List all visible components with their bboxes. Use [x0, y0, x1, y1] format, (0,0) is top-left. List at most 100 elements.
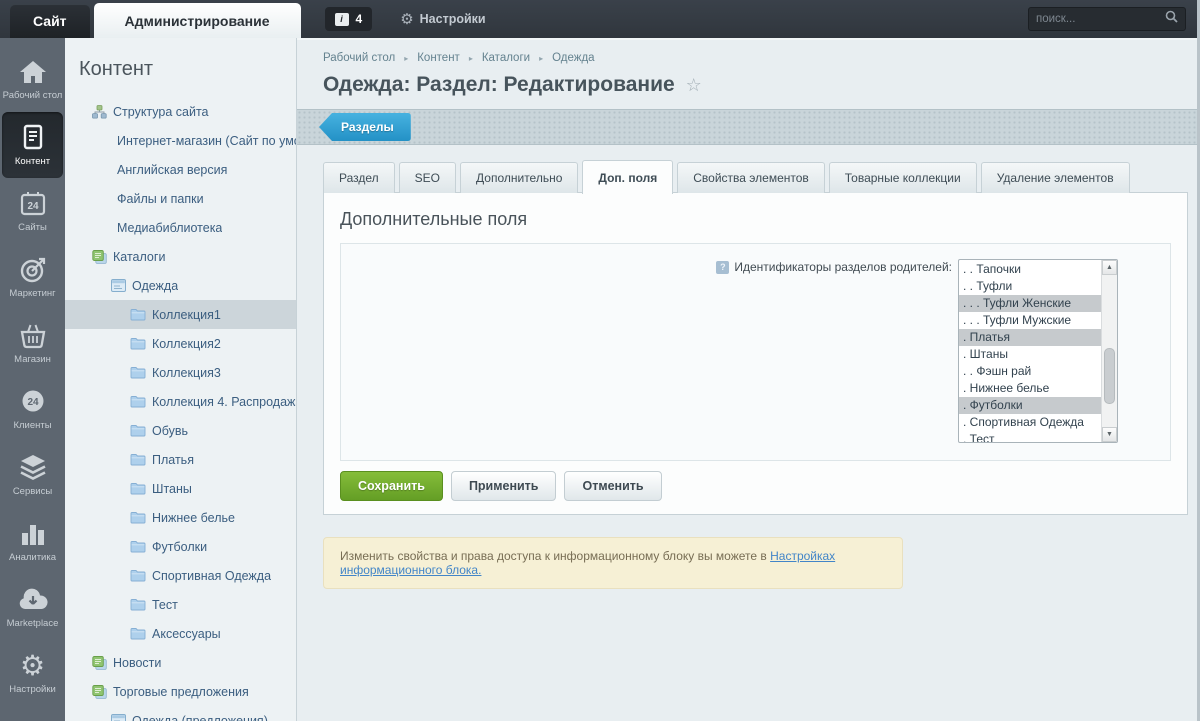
content-tree: Структура сайта Интернет-магазин (Сайт по…	[65, 97, 296, 721]
tree-item[interactable]: Коллекция2	[65, 329, 296, 358]
tree-item[interactable]: Нижнее белье	[65, 503, 296, 532]
cloud-download-icon	[18, 586, 48, 614]
folder-icon	[130, 569, 146, 582]
form-buttons: Сохранить Применить Отменить	[340, 471, 1171, 501]
tree-item[interactable]: Спортивная Одежда	[65, 561, 296, 590]
option[interactable]: . Футболки	[959, 397, 1101, 414]
tree-item[interactable]: Одежда	[65, 271, 296, 300]
tree-item[interactable]: Одежда (предложения)	[65, 706, 296, 721]
tree-item[interactable]: Обувь	[65, 416, 296, 445]
catalog-icon	[92, 249, 107, 264]
tree-item[interactable]: Интернет-магазин (Сайт по умолчанию	[65, 126, 296, 155]
back-to-sections-button[interactable]: Разделы	[319, 113, 411, 141]
tree-item-label: Футболки	[152, 539, 208, 554]
option[interactable]: . . . Туфли Женские	[959, 295, 1101, 312]
rail-item-calendar[interactable]: 24 Сайты	[2, 178, 63, 244]
tree-item-label: Штаны	[152, 481, 192, 496]
rail-item-target[interactable]: Маркетинг	[2, 244, 63, 310]
tree-item[interactable]: Штаны	[65, 474, 296, 503]
rail-item-cloud-download[interactable]: Marketplace	[2, 574, 63, 640]
notifications-badge[interactable]: i 4	[324, 7, 373, 31]
tab-item[interactable]: Свойства элементов	[677, 162, 825, 193]
rail-item-home[interactable]: Рабочий стол	[2, 46, 63, 112]
tree-item[interactable]: Медиабиблиотека	[65, 213, 296, 242]
tree-item[interactable]: Коллекция1	[65, 300, 296, 329]
save-button[interactable]: Сохранить	[340, 471, 443, 501]
multiselect-scrollbar[interactable]: ▲ ▼	[1101, 260, 1117, 442]
option[interactable]: . . . Туфли Мужские	[959, 312, 1101, 329]
topbar-settings-button[interactable]: ⚙ Настройки	[400, 12, 485, 27]
tab-item[interactable]: Товарные коллекции	[828, 162, 977, 193]
scrollbar-thumb[interactable]	[1104, 348, 1115, 404]
tab-item[interactable]: Дополнительно	[460, 162, 579, 193]
scroll-down-icon[interactable]: ▼	[1102, 427, 1117, 442]
rail-item-gear[interactable]: ⚙ Настройки	[2, 640, 63, 706]
folder-icon	[130, 482, 146, 495]
tab-site[interactable]: Сайт	[10, 5, 90, 38]
tab-item[interactable]: Раздел	[323, 162, 395, 193]
notifications-count: 4	[355, 12, 363, 26]
tab-administration[interactable]: Администрирование	[93, 3, 301, 38]
option[interactable]: . Штаны	[959, 346, 1101, 363]
tree-item-label: Торговые предложения	[113, 684, 249, 699]
folder-icon	[130, 511, 146, 524]
iblock-icon	[111, 714, 126, 721]
site-structure-icon	[92, 104, 107, 119]
option[interactable]: . Платья	[959, 329, 1101, 346]
topbar: Сайт Администрирование i 4 ⚙ Настройки	[0, 0, 1200, 38]
tab-item[interactable]: Удаление элементов	[980, 162, 1130, 193]
tree-item[interactable]: Новости	[65, 648, 296, 677]
tree-item[interactable]: Структура сайта	[65, 97, 296, 126]
cancel-button[interactable]: Отменить	[564, 471, 662, 501]
tree-item[interactable]: Файлы и папки	[65, 184, 296, 213]
option[interactable]: . . Фэшн рай	[959, 363, 1101, 380]
tree-item[interactable]: Тест	[65, 590, 296, 619]
tree-item[interactable]: Коллекция 4. Распродажа	[65, 387, 296, 416]
rail-item-label: Контент	[14, 155, 51, 167]
option[interactable]: . Тест	[959, 431, 1101, 442]
search-input[interactable]	[1036, 13, 1165, 25]
tree-item[interactable]: Торговые предложения	[65, 677, 296, 706]
tree-item[interactable]: Коллекция3	[65, 358, 296, 387]
breadcrumb-item[interactable]: Каталоги	[482, 52, 530, 64]
option[interactable]: . . Туфли	[959, 278, 1101, 295]
breadcrumb-item[interactable]: Рабочий стол	[323, 52, 395, 64]
iblock-icon	[111, 279, 126, 292]
rail-item-chart[interactable]: Аналитика	[2, 508, 63, 574]
rail-item-clients[interactable]: 24 Клиенты	[2, 376, 63, 442]
search-box	[1028, 7, 1186, 31]
topbar-settings-label: Настройки	[419, 12, 486, 26]
breadcrumb-item[interactable]: Одежда	[552, 52, 594, 64]
scroll-up-icon[interactable]: ▲	[1102, 260, 1117, 275]
tree-item[interactable]: Аксессуары	[65, 619, 296, 648]
tab-active[interactable]: Доп. поля	[582, 160, 674, 194]
tree-item-label: Медиабиблиотека	[117, 220, 223, 235]
basket-icon	[18, 322, 48, 350]
parent-sections-multiselect[interactable]: . . Тапочки. . Туфли. . . Туфли Женские.…	[958, 259, 1118, 443]
rail-item-label: Рабочий стол	[2, 89, 63, 101]
favorite-star-icon[interactable]: ☆	[686, 75, 702, 96]
tab-item[interactable]: SEO	[398, 162, 457, 193]
document-icon	[20, 124, 46, 152]
option[interactable]: . Спортивная Одежда	[959, 414, 1101, 431]
option[interactable]: . Нижнее белье	[959, 380, 1101, 397]
field-label-cell: ? Идентификаторы разделов родителей:	[357, 259, 958, 274]
folder-icon	[130, 627, 146, 640]
layers-icon	[18, 454, 48, 482]
rail-item-document[interactable]: Контент	[2, 112, 63, 178]
tree-item[interactable]: Английская версия	[65, 155, 296, 184]
form-section-heading: Дополнительные поля	[340, 209, 528, 229]
breadcrumb-item[interactable]: Контент	[417, 52, 460, 64]
tree-item[interactable]: Футболки	[65, 532, 296, 561]
rail-item-basket[interactable]: Магазин	[2, 310, 63, 376]
rail-item-layers[interactable]: Сервисы	[2, 442, 63, 508]
search-icon	[1165, 10, 1178, 28]
folder-icon	[130, 366, 146, 379]
tree-item-label: Новости	[113, 655, 162, 670]
apply-button[interactable]: Применить	[450, 471, 557, 501]
tree-panel-title: Контент	[79, 58, 154, 80]
tree-item[interactable]: Платья	[65, 445, 296, 474]
option[interactable]: . . Тапочки	[959, 261, 1101, 278]
help-icon[interactable]: ?	[716, 260, 730, 274]
tree-item[interactable]: Каталоги	[65, 242, 296, 271]
